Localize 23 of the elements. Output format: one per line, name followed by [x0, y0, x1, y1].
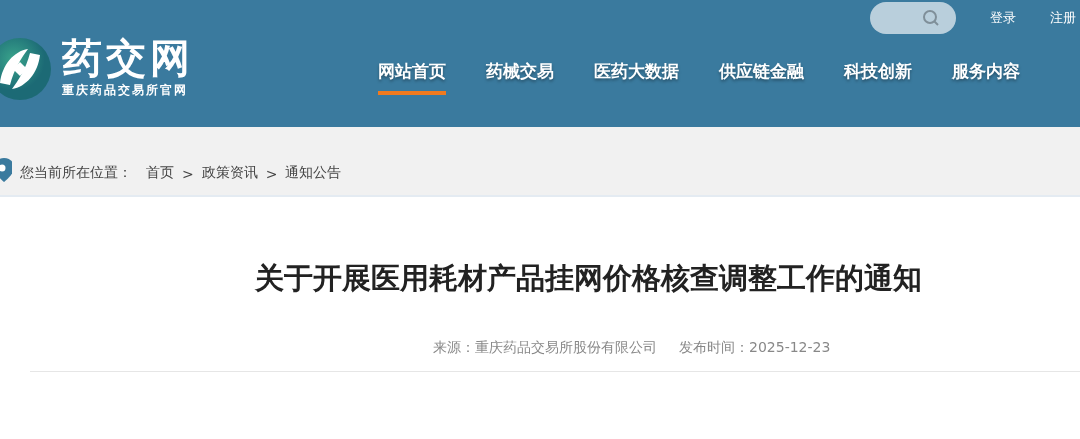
logo-icon [0, 36, 52, 101]
search-field[interactable] [870, 2, 956, 34]
article-source: 来源：重庆药品交易所股份有限公司 [433, 339, 657, 357]
nav-tab[interactable]: 科技创新 [844, 60, 912, 95]
header-link[interactable]: 注册 [1050, 9, 1076, 27]
publish-date: 发布时间：2025-12-23 [679, 339, 831, 357]
nav-tab[interactable]: 网站首页 [378, 60, 446, 95]
breadcrumb-link[interactable]: 政策资讯 [201, 164, 258, 182]
article-title: 关于开展医用耗材产品挂网价格核查调整工作的通知 [255, 260, 923, 297]
search-icon [922, 9, 940, 27]
breadcrumb-label: 您当前所在位置： [20, 164, 132, 182]
breadcrumb-separator: > [182, 166, 194, 182]
nav-tab[interactable]: 供应链金融 [719, 60, 804, 95]
site-logo-text: 药交网 [62, 38, 194, 78]
breadcrumb-separator: > [265, 166, 278, 182]
breadcrumb-link[interactable]: 首页 [146, 164, 174, 182]
header-link[interactable]: 登录 [990, 9, 1016, 27]
nav-tab[interactable]: 医药大数据 [594, 60, 679, 95]
nav-tab[interactable]: 药械交易 [486, 60, 554, 95]
site-subtitle: 重庆药品交易所官网 [62, 82, 189, 99]
nav-tab[interactable]: 服务内容 [952, 60, 1020, 95]
breadcrumb-link[interactable]: 通知公告 [285, 164, 342, 182]
location-pin-icon [0, 158, 12, 182]
